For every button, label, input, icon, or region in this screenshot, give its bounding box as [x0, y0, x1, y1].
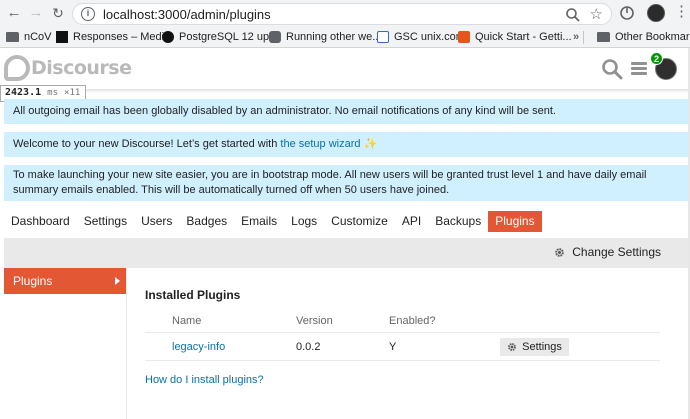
- setup-wizard-link[interactable]: the setup wizard: [280, 138, 360, 150]
- table-row: legacy-info 0.0.2 Y Settings: [145, 333, 660, 361]
- installed-plugins-title: Installed Plugins: [145, 288, 241, 302]
- tab-dashboard[interactable]: Dashboard: [4, 211, 77, 232]
- address-url[interactable]: localhost:3000/admin/plugins: [103, 7, 271, 22]
- sparkles-icon: ✨: [363, 138, 378, 150]
- bookmark-label: Quick Start - Getti...: [475, 31, 572, 43]
- email-disabled-alert: All outgoing email has been globally dis…: [4, 99, 688, 124]
- folder-icon: [6, 32, 19, 42]
- content-divider: [126, 268, 127, 419]
- bookmark-separator: [583, 31, 584, 44]
- gsc-icon: [377, 31, 389, 43]
- browser-menu-icon[interactable]: ⋮: [674, 3, 689, 21]
- reload-icon[interactable]: ↻: [48, 4, 68, 22]
- medium-icon: [56, 31, 68, 43]
- change-settings-label: Change Settings: [572, 245, 661, 259]
- search-icon[interactable]: [601, 58, 623, 80]
- chevron-right-icon: [115, 277, 120, 285]
- quickstart-icon: [458, 31, 470, 43]
- tab-settings[interactable]: Settings: [77, 211, 134, 232]
- plugin-enabled: Y: [389, 341, 397, 353]
- site-icon: [269, 31, 281, 43]
- tab-badges[interactable]: Badges: [179, 211, 234, 232]
- browser-chrome: ← → ↻ i localhost:3000/admin/plugins ☆ ⋮…: [0, 0, 690, 48]
- tab-users[interactable]: Users: [134, 211, 179, 232]
- logo-mark-icon: [4, 55, 30, 81]
- bookmark-gsc[interactable]: GSC unix.com: [377, 29, 465, 45]
- tab-logs[interactable]: Logs: [284, 211, 324, 232]
- plugin-settings-label: Settings: [522, 341, 562, 353]
- back-arrow-icon[interactable]: ←: [4, 4, 24, 22]
- logo-text: Discourse: [31, 57, 132, 79]
- site-info-icon[interactable]: i: [81, 7, 95, 21]
- discourse-logo[interactable]: Discourse: [4, 54, 132, 82]
- gear-icon: [555, 247, 565, 257]
- timing-unit: ms: [47, 88, 58, 98]
- bookmarks-bar: nCoV Responses – Medi... PostgreSQL 12 u…: [0, 27, 690, 47]
- tab-api[interactable]: API: [395, 211, 428, 232]
- bootstrap-mode-alert: To make launching your new site easier, …: [4, 165, 688, 201]
- zoom-icon[interactable]: [565, 7, 581, 23]
- sidebar-item-plugins[interactable]: Plugins: [4, 268, 126, 294]
- folder-icon: [597, 32, 610, 42]
- address-bar[interactable]: i localhost:3000/admin/plugins ☆: [72, 3, 612, 25]
- column-header-name: Name: [172, 315, 202, 327]
- bookmark-label: GSC unix.com: [394, 31, 465, 43]
- extension-icon[interactable]: [619, 5, 635, 21]
- email-disabled-text: All outgoing email has been globally dis…: [13, 105, 556, 117]
- tab-plugins[interactable]: Plugins: [488, 211, 542, 232]
- bookmark-star-icon[interactable]: ☆: [590, 5, 603, 23]
- notification-badge[interactable]: 2: [650, 52, 663, 65]
- bookmark-postgresql[interactable]: PostgreSQL 12 up...: [162, 29, 278, 45]
- bookmark-label: nCoV: [24, 31, 52, 43]
- bookmark-label: PostgreSQL 12 up...: [179, 31, 279, 43]
- bootstrap-text: To make launching your new site easier, …: [13, 169, 647, 196]
- bookmark-medium[interactable]: Responses – Medi...: [56, 29, 173, 45]
- column-header-enabled: Enabled?: [389, 315, 436, 327]
- admin-nav: Dashboard Settings Users Badges Emails L…: [4, 211, 542, 232]
- bookmark-label: Running other we...: [286, 31, 382, 43]
- bookmark-label: Other Bookmarks: [615, 31, 690, 43]
- bookmarks-overflow-icon[interactable]: »: [573, 29, 579, 45]
- bookmark-label: Responses – Medi...: [73, 31, 174, 43]
- postgresql-icon: [162, 31, 174, 43]
- timing-count: ×11: [64, 88, 81, 98]
- bookmark-other[interactable]: Other Bookmarks: [597, 29, 690, 45]
- browser-profile-avatar[interactable]: [647, 4, 665, 22]
- tab-customize[interactable]: Customize: [324, 211, 395, 232]
- bookmark-running[interactable]: Running other we...: [269, 29, 381, 45]
- change-settings-button[interactable]: Change Settings: [554, 245, 661, 259]
- plugin-version: 0.0.2: [296, 341, 321, 353]
- site-header: Discourse: [0, 48, 690, 89]
- tab-emails[interactable]: Emails: [234, 211, 284, 232]
- welcome-alert: Welcome to your new Discourse! Let’s get…: [4, 132, 688, 157]
- bookmark-quickstart[interactable]: Quick Start - Getti...: [458, 29, 572, 45]
- hamburger-menu-icon[interactable]: [629, 59, 649, 77]
- plugin-settings-button[interactable]: Settings: [500, 338, 569, 356]
- forward-arrow-icon[interactable]: →: [26, 4, 46, 22]
- welcome-text: Welcome to your new Discourse! Let’s get…: [13, 138, 281, 150]
- tab-backups[interactable]: Backups: [428, 211, 488, 232]
- bookmark-ncov[interactable]: nCoV: [6, 29, 52, 45]
- plugin-name-link[interactable]: legacy-info: [172, 341, 225, 353]
- install-plugins-help-link[interactable]: How do I install plugins?: [145, 374, 264, 386]
- plugins-table-header: Name Version Enabled?: [145, 308, 660, 333]
- plugins-subbar: Change Settings: [4, 238, 688, 268]
- sidebar-item-label: Plugins: [13, 274, 53, 288]
- timing-value: 2423.1: [5, 87, 42, 98]
- column-header-version: Version: [296, 315, 333, 327]
- gear-icon: [508, 343, 517, 351]
